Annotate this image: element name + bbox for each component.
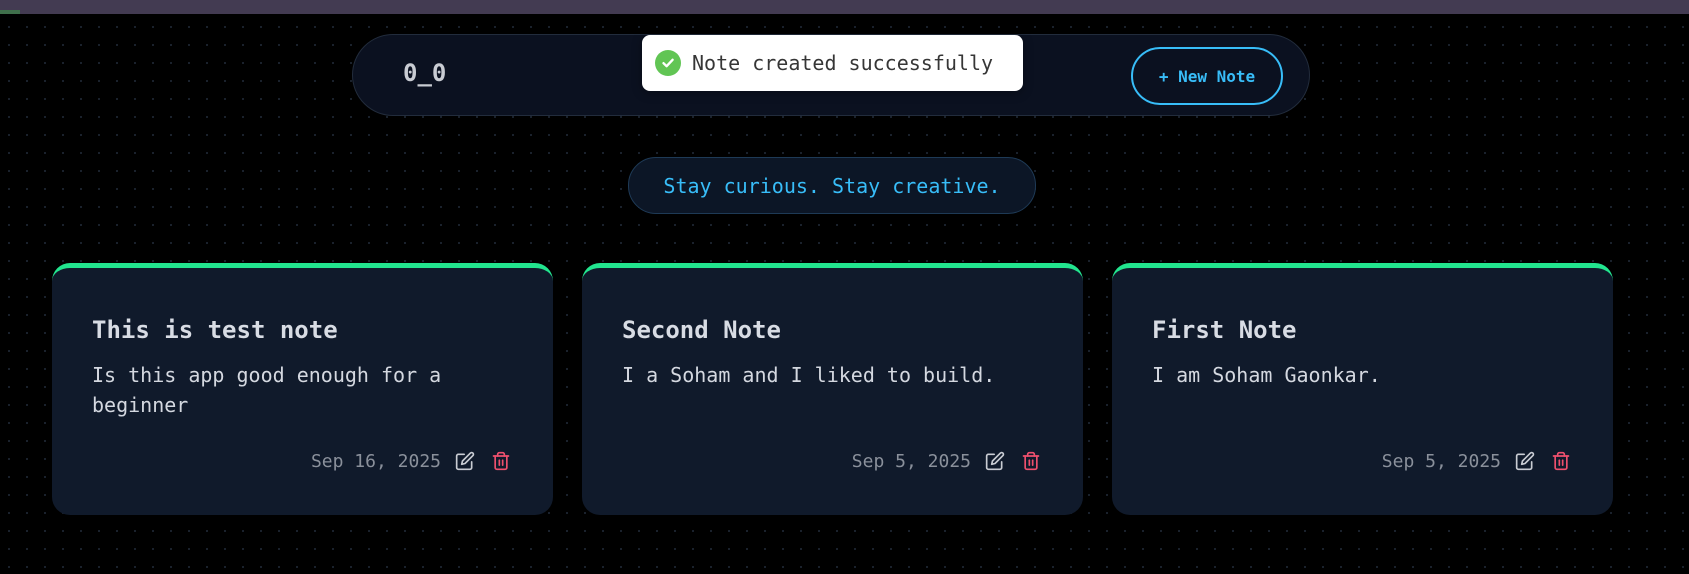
note-date: Sep 5, 2025 [851, 450, 971, 472]
note-body: I a Soham and I liked to build. [622, 363, 996, 387]
new-note-button[interactable]: + New Note [1131, 47, 1283, 105]
note-body: I am Soham Gaonkar. [1152, 363, 1381, 387]
note-footer: Sep 16, 2025 [311, 448, 513, 474]
note-card: First Note I am Soham Gaonkar. Sep 5, 20… [1112, 263, 1613, 515]
note-card: Second Note I a Soham and I liked to bui… [582, 263, 1083, 515]
tagline-badge: Stay curious. Stay creative. [628, 157, 1036, 214]
note-body: Is this app good enough for a beginner [92, 363, 442, 417]
note-card: This is test note Is this app good enoug… [52, 263, 553, 515]
top-strip-accent [0, 10, 20, 14]
trash-icon[interactable] [1549, 449, 1573, 473]
trash-icon[interactable] [1019, 449, 1043, 473]
check-circle-icon [655, 50, 681, 76]
edit-icon[interactable] [983, 449, 1007, 473]
app-logo[interactable]: 0_0 [403, 59, 446, 87]
note-title: First Note [1152, 316, 1297, 344]
note-date: Sep 5, 2025 [1381, 450, 1501, 472]
note-title: Second Note [622, 316, 781, 344]
note-footer: Sep 5, 2025 [852, 448, 1043, 474]
note-footer: Sep 5, 2025 [1382, 448, 1573, 474]
edit-icon[interactable] [453, 449, 477, 473]
note-title: This is test note [92, 316, 338, 344]
toast-message: Note created successfully [692, 51, 994, 75]
edit-icon[interactable] [1513, 449, 1537, 473]
success-toast: Note created successfully [642, 35, 1023, 91]
note-date: Sep 16, 2025 [310, 450, 441, 472]
browser-top-strip [0, 0, 1689, 14]
trash-icon[interactable] [489, 449, 513, 473]
